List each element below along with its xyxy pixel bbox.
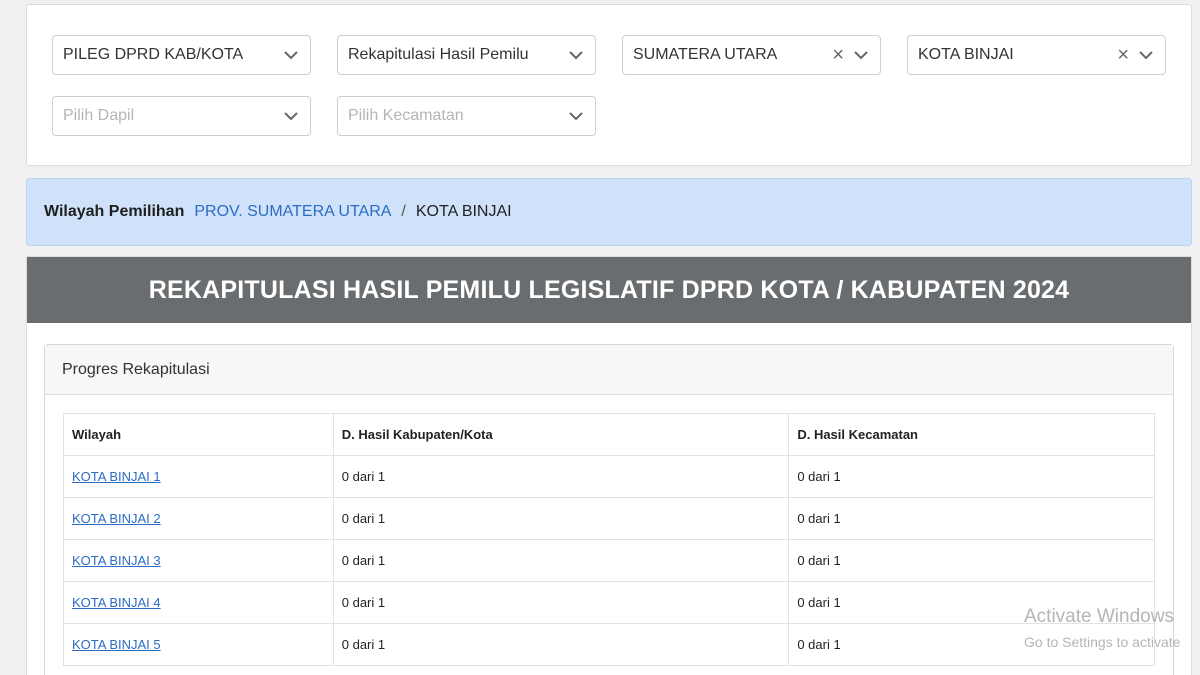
breadcrumb: Wilayah Pemilihan PROV. SUMATERA UTARA /… — [26, 178, 1192, 246]
kecamatan-cell: 0 dari 1 — [788, 581, 1155, 624]
progress-card: Progres Rekapitulasi Wilayah D. Hasil Ka… — [44, 344, 1174, 675]
kecamatan-cell: 0 dari 1 — [788, 623, 1155, 666]
wilayah-cell: KOTA BINJAI 1 — [63, 455, 334, 498]
report-type-select[interactable]: Rekapitulasi Hasil Pemilu — [337, 35, 596, 75]
page-title: REKAPITULASI HASIL PEMILU LEGISLATIF DPR… — [27, 257, 1191, 323]
chevron-down-icon — [282, 46, 300, 64]
city-value: KOTA BINJAI — [918, 46, 1014, 63]
wilayah-cell: KOTA BINJAI 3 — [63, 539, 334, 582]
table-row: KOTA BINJAI 3 0 dari 1 0 dari 1 — [63, 539, 1155, 582]
report-type-value: Rekapitulasi Hasil Pemilu — [348, 46, 529, 63]
main-panel: REKAPITULASI HASIL PEMILU LEGISLATIF DPR… — [26, 256, 1192, 675]
dapil-placeholder: Pilih Dapil — [63, 107, 135, 124]
wilayah-cell: KOTA BINJAI 2 — [63, 497, 334, 540]
chevron-down-icon — [567, 46, 585, 64]
kabkota-cell: 0 dari 1 — [332, 539, 790, 582]
filter-panel: PILEG DPRD KAB/KOTA Rekapitulasi Hasil P… — [26, 4, 1192, 166]
wilayah-link[interactable]: KOTA BINJAI 3 — [72, 553, 161, 568]
chevron-down-icon — [1137, 46, 1155, 64]
election-type-value: PILEG DPRD KAB/KOTA — [63, 46, 244, 63]
region-label: Wilayah Pemilihan — [44, 203, 185, 220]
chevron-down-icon — [282, 107, 300, 125]
clear-x-icon[interactable]: × — [1117, 45, 1129, 65]
wilayah-link[interactable]: KOTA BINJAI 4 — [72, 595, 161, 610]
table-row: KOTA BINJAI 4 0 dari 1 0 dari 1 — [63, 581, 1155, 624]
column-header-kabkota: D. Hasil Kabupaten/Kota — [332, 413, 790, 456]
wilayah-cell: KOTA BINJAI 5 — [63, 623, 334, 666]
kabkota-cell: 0 dari 1 — [332, 623, 790, 666]
table-row: KOTA BINJAI 1 0 dari 1 0 dari 1 — [63, 455, 1155, 498]
table-header-row: Wilayah D. Hasil Kabupaten/Kota D. Hasil… — [63, 413, 1155, 456]
kecamatan-cell: 0 dari 1 — [788, 455, 1155, 498]
city-select[interactable]: KOTA BINJAI × — [907, 35, 1166, 75]
wilayah-link[interactable]: KOTA BINJAI 1 — [72, 469, 161, 484]
kecamatan-select[interactable]: Pilih Kecamatan — [337, 96, 596, 136]
kabkota-cell: 0 dari 1 — [332, 581, 790, 624]
province-value: SUMATERA UTARA — [633, 46, 778, 63]
wilayah-link[interactable]: KOTA BINJAI 5 — [72, 637, 161, 652]
breadcrumb-current: KOTA BINJAI — [415, 203, 512, 220]
kabkota-cell: 0 dari 1 — [332, 497, 790, 540]
dapil-select[interactable]: Pilih Dapil — [52, 96, 311, 136]
province-select[interactable]: SUMATERA UTARA × — [622, 35, 881, 75]
wilayah-cell: KOTA BINJAI 4 — [63, 581, 334, 624]
column-header-kecamatan: D. Hasil Kecamatan — [788, 413, 1155, 456]
table-row: KOTA BINJAI 5 0 dari 1 0 dari 1 — [63, 623, 1155, 666]
chevron-down-icon — [852, 46, 870, 64]
column-header-wilayah: Wilayah — [63, 413, 334, 456]
election-type-select[interactable]: PILEG DPRD KAB/KOTA — [52, 35, 311, 75]
breadcrumb-province-link[interactable]: PROV. SUMATERA UTARA — [194, 203, 391, 221]
kecamatan-cell: 0 dari 1 — [788, 497, 1155, 540]
kabkota-cell: 0 dari 1 — [332, 455, 790, 498]
kecamatan-cell: 0 dari 1 — [788, 539, 1155, 582]
wilayah-link[interactable]: KOTA BINJAI 2 — [72, 511, 161, 526]
progress-title: Progres Rekapitulasi — [45, 345, 1173, 395]
progress-table: Wilayah D. Hasil Kabupaten/Kota D. Hasil… — [63, 413, 1155, 666]
table-row: KOTA BINJAI 2 0 dari 1 0 dari 1 — [63, 497, 1155, 540]
breadcrumb-separator: / — [401, 203, 406, 220]
kecamatan-placeholder: Pilih Kecamatan — [348, 107, 464, 124]
chevron-down-icon — [567, 107, 585, 125]
clear-x-icon[interactable]: × — [832, 45, 844, 65]
